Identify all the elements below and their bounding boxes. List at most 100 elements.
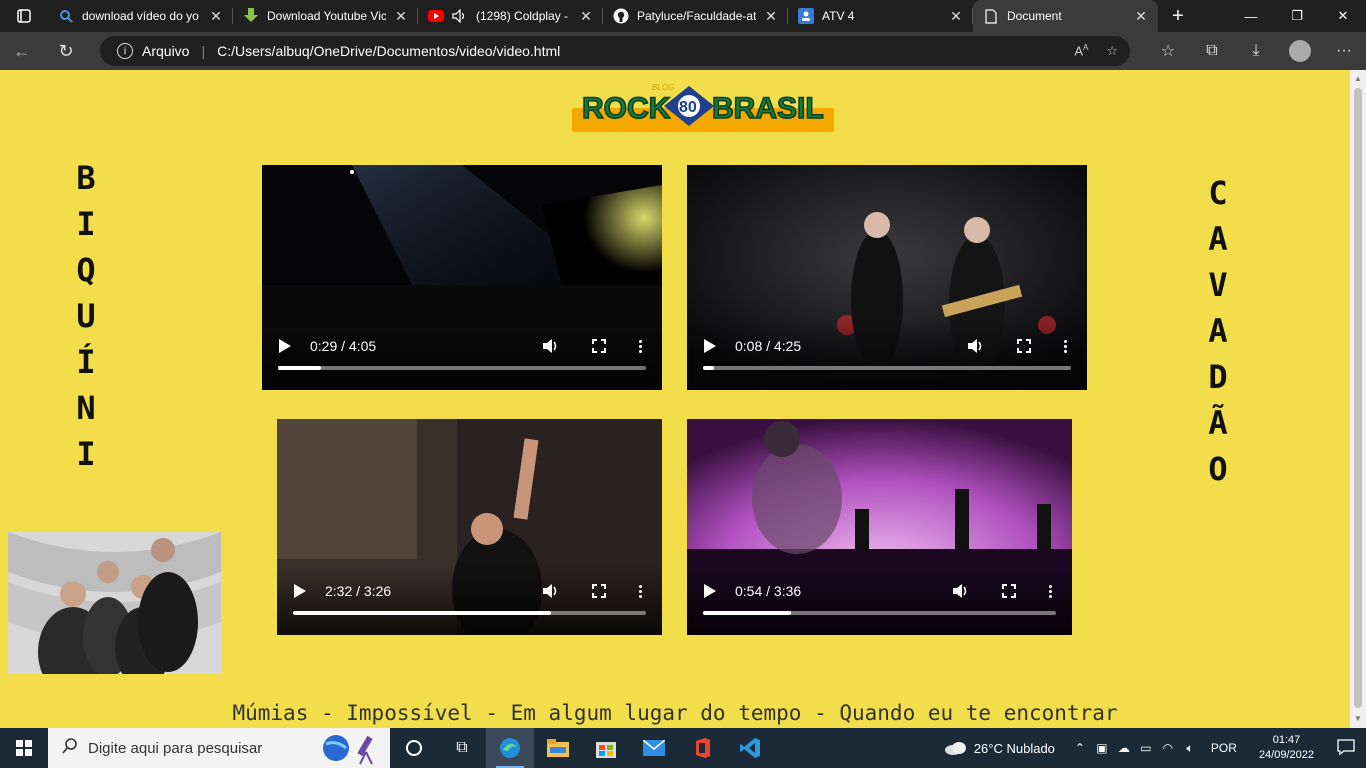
video-progress-bar[interactable] <box>293 611 646 615</box>
browser-tab[interactable]: (1298) Coldplay - ✕ <box>418 0 603 32</box>
battery-icon[interactable]: ▭ <box>1135 741 1157 755</box>
vertical-letter: N <box>76 389 96 427</box>
vertical-letter: I <box>76 205 96 243</box>
play-icon[interactable] <box>279 339 291 353</box>
minimize-icon[interactable]: — <box>1228 0 1274 32</box>
video-progress-bar[interactable] <box>703 366 1071 370</box>
maximize-icon[interactable]: ❐ <box>1274 0 1320 32</box>
profile-avatar[interactable] <box>1289 40 1311 62</box>
vertical-word-right: C A V A D Ã O <box>1198 170 1238 492</box>
windows-start-button[interactable] <box>0 728 48 768</box>
taskbar-app-store[interactable] <box>582 728 630 768</box>
onedrive-icon[interactable]: ☁ <box>1113 741 1135 755</box>
play-icon[interactable] <box>704 584 716 598</box>
close-tab-icon[interactable]: ✕ <box>579 8 593 25</box>
close-tab-icon[interactable]: ✕ <box>949 8 963 25</box>
taskbar-app-explorer[interactable] <box>534 728 582 768</box>
play-icon[interactable] <box>704 339 716 353</box>
close-tab-icon[interactable]: ✕ <box>764 8 778 25</box>
page-scrollbar[interactable]: ▲ ▼ <box>1350 70 1366 728</box>
taskbar-app-mail[interactable] <box>630 728 678 768</box>
edge-icon <box>500 738 520 758</box>
speaker-icon[interactable] <box>452 8 468 24</box>
task-view-button[interactable]: ⧉ <box>438 728 486 768</box>
video-progress-fill <box>703 366 715 370</box>
github-icon <box>613 8 629 24</box>
cortana-button[interactable] <box>390 728 438 768</box>
fullscreen-icon[interactable] <box>1015 337 1033 355</box>
taskbar-app-office[interactable] <box>678 728 726 768</box>
close-window-icon[interactable]: ✕ <box>1320 0 1366 32</box>
search-icon <box>62 738 78 758</box>
clock-time: 01:47 <box>1272 734 1301 746</box>
volume-icon[interactable] <box>542 582 560 600</box>
refresh-icon: ↻ <box>58 40 74 61</box>
video-player[interactable]: 2:32 / 3:26 <box>277 419 662 635</box>
new-tab-button[interactable]: + <box>1158 0 1198 32</box>
taskbar-app-vscode[interactable] <box>726 728 774 768</box>
scroll-up-icon[interactable]: ▲ <box>1350 72 1366 86</box>
fullscreen-icon[interactable] <box>590 337 608 355</box>
address-url[interactable]: C:/Users/albuq/OneDrive/Documentos/video… <box>217 43 560 59</box>
more-options-icon[interactable] <box>638 339 642 353</box>
scrollbar-thumb[interactable] <box>1354 88 1362 708</box>
vertical-letter: Ã <box>1208 404 1228 442</box>
more-options-icon[interactable] <box>638 584 642 598</box>
chevron-up-icon[interactable]: ⌃ <box>1069 741 1091 755</box>
vertical-letter: A <box>1208 312 1228 350</box>
browser-tab[interactable]: download vídeo do yo ✕ <box>48 0 233 32</box>
taskbar-search-box[interactable]: Digite aqui para pesquisar <box>48 728 390 768</box>
weather-text: 26°C Nublado <box>973 740 1055 756</box>
clock[interactable]: 01:47 24/09/2022 <box>1259 733 1314 763</box>
weather-widget[interactable]: 26°C Nublado <box>944 740 1055 756</box>
volume-icon[interactable] <box>952 582 970 600</box>
browser-tab[interactable]: ATV 4 ✕ <box>788 0 973 32</box>
wifi-icon[interactable]: ◠ <box>1157 741 1179 755</box>
more-options-icon[interactable] <box>1063 339 1067 353</box>
more-menu-icon[interactable]: ··· <box>1322 42 1366 60</box>
fullscreen-icon[interactable] <box>1000 582 1018 600</box>
meet-now-icon[interactable]: ▣ <box>1091 741 1113 755</box>
close-tab-icon[interactable]: ✕ <box>394 8 408 25</box>
browser-tab-active[interactable]: Document ✕ <box>973 0 1158 32</box>
scroll-down-icon[interactable]: ▼ <box>1350 712 1366 726</box>
back-button[interactable]: ← <box>0 32 44 70</box>
info-icon[interactable]: i <box>117 43 133 59</box>
close-tab-icon[interactable]: ✕ <box>1134 8 1148 25</box>
video-progress-bar[interactable] <box>278 366 646 370</box>
fullscreen-icon[interactable] <box>590 582 608 600</box>
video-player[interactable]: 0:29 / 4:05 <box>262 165 662 390</box>
refresh-button[interactable]: ↻ <box>44 32 88 70</box>
video-player[interactable]: 0:54 / 3:36 <box>687 419 1072 635</box>
tab-title: Document <box>1007 9 1062 23</box>
vertical-letter: Í <box>76 343 96 381</box>
video-player[interactable]: 0:08 / 4:25 <box>687 165 1087 390</box>
tab-actions-icon <box>17 9 31 23</box>
browser-tab[interactable]: Download Youtube Vic ✕ <box>233 0 418 32</box>
collections-icon[interactable]: ⧉ <box>1190 42 1234 60</box>
volume-icon[interactable]: 🔈︎ <box>1179 741 1201 756</box>
favorites-icon[interactable]: ☆ <box>1146 41 1190 61</box>
language-indicator[interactable]: POR <box>1211 741 1237 755</box>
tab-title: (1298) Coldplay - <box>476 9 569 23</box>
browser-tab[interactable]: Patyluce/Faculdade-at ✕ <box>603 0 788 32</box>
vertical-word-left: B I Q U Í N I <box>66 155 106 477</box>
logo-word-rock: ROCK <box>582 92 671 125</box>
more-options-icon[interactable] <box>1048 584 1052 598</box>
notifications-icon[interactable] <box>1326 738 1366 758</box>
play-icon[interactable] <box>294 584 306 598</box>
volume-icon[interactable] <box>967 337 985 355</box>
video-time: 2:32 / 3:26 <box>325 583 392 599</box>
store-icon <box>596 742 616 758</box>
downloads-icon[interactable]: ⤓ <box>1234 42 1278 60</box>
address-scheme-label: Arquivo <box>142 43 190 59</box>
taskbar-app-edge[interactable] <box>486 728 534 768</box>
volume-icon[interactable] <box>542 337 560 355</box>
add-favorite-icon[interactable]: ☆ <box>1106 43 1118 59</box>
address-bar[interactable]: i Arquivo | C:/Users/albuq/OneDrive/Docu… <box>100 36 1130 66</box>
read-aloud-icon[interactable]: AA <box>1074 43 1088 59</box>
tab-actions-button[interactable] <box>0 0 48 32</box>
vertical-letter: V <box>1208 266 1228 304</box>
close-tab-icon[interactable]: ✕ <box>209 8 223 25</box>
video-progress-bar[interactable] <box>703 611 1056 615</box>
